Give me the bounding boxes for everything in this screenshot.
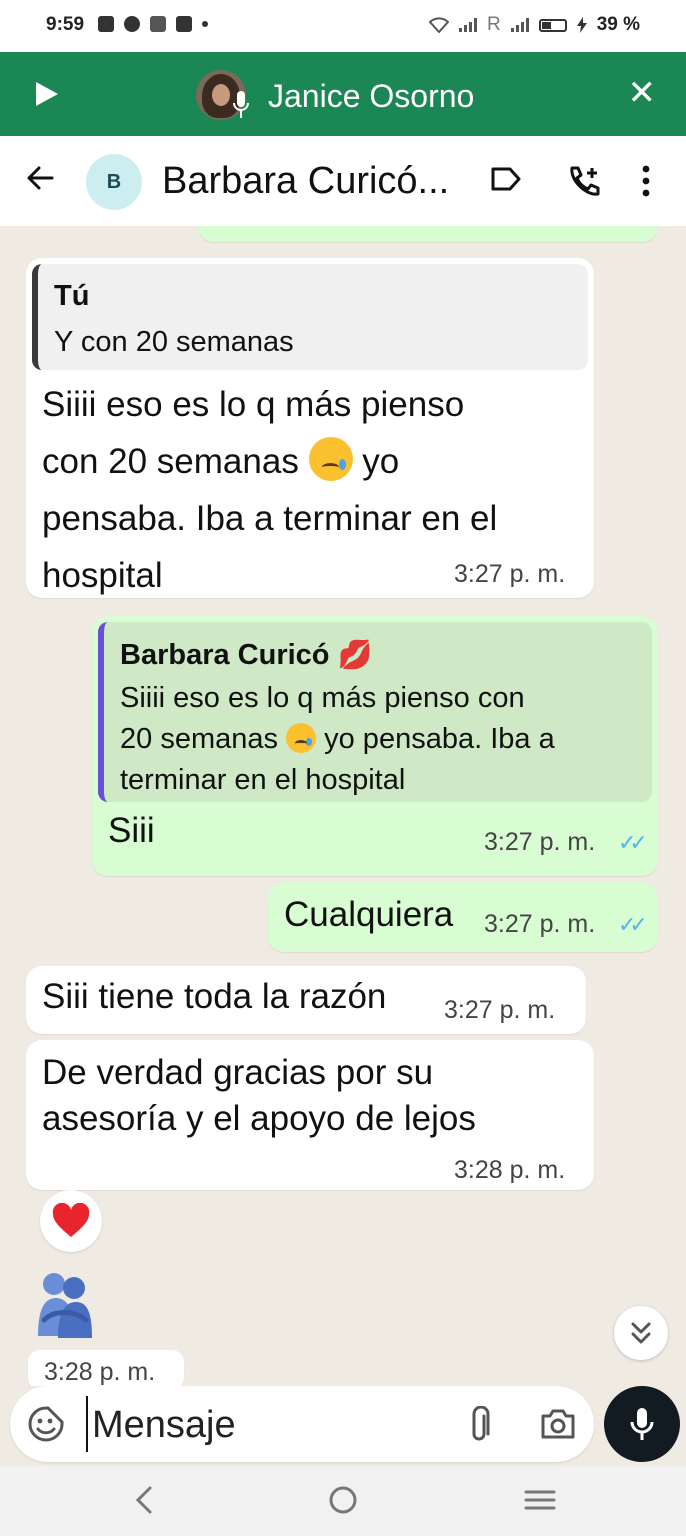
notification-icons bbox=[98, 16, 208, 32]
message-bubble-outgoing[interactable]: Cualquiera 3:27 p. m. ✓✓ bbox=[268, 882, 658, 952]
play-icon[interactable] bbox=[34, 80, 60, 108]
quote-author: Barbara Curicó 💋 bbox=[120, 639, 373, 671]
message-text: De verdad gracias por su asesoría y el a… bbox=[42, 1053, 476, 1138]
nav-back-icon[interactable] bbox=[132, 1482, 156, 1518]
quote-author: Tú bbox=[54, 280, 90, 312]
messenger-icon bbox=[124, 16, 140, 32]
double-chevron-down-icon bbox=[631, 1322, 651, 1344]
nav-home-icon[interactable] bbox=[326, 1482, 360, 1518]
heart-reaction-icon[interactable] bbox=[40, 1190, 102, 1252]
read-receipt-icon: ✓✓ bbox=[618, 912, 648, 937]
text-caret bbox=[86, 1396, 88, 1452]
message-time: 3:27 p. m. bbox=[484, 828, 596, 856]
contact-avatar[interactable]: B bbox=[86, 154, 142, 210]
sticker-icon[interactable] bbox=[28, 1406, 64, 1442]
battery-percent: 39 % bbox=[596, 14, 640, 35]
message-text: Siii tiene toda la razón bbox=[42, 977, 387, 1016]
message-text: Cualquiera bbox=[284, 895, 454, 934]
sad-tear-emoji-icon bbox=[286, 723, 317, 753]
facebook-icon bbox=[98, 16, 114, 32]
message-bubble-partial[interactable] bbox=[198, 226, 658, 242]
quoted-message[interactable]: Tú Y con 20 semanas bbox=[32, 264, 588, 370]
sad-tear-emoji-icon bbox=[308, 437, 353, 481]
message-time: 3:28 p. m. bbox=[454, 1156, 566, 1184]
chat-area[interactable]: Tú Y con 20 semanas Siiii eso es lo q má… bbox=[0, 226, 686, 1386]
voice-record-button[interactable] bbox=[604, 1386, 680, 1462]
camera-icon[interactable] bbox=[540, 1408, 576, 1440]
carrier-mark: R bbox=[486, 14, 501, 35]
youtube-icon bbox=[176, 16, 192, 32]
message-bubble-incoming[interactable]: Siii tiene toda la razón 3:27 p. m. bbox=[26, 966, 586, 1034]
attach-icon[interactable] bbox=[468, 1406, 490, 1444]
quoted-message[interactable]: Barbara Curicó 💋 Siiii eso es lo q más p… bbox=[98, 622, 652, 802]
tiktok-icon bbox=[150, 16, 166, 32]
message-time: 3:27 p. m. bbox=[484, 910, 596, 938]
nav-recents-icon[interactable] bbox=[522, 1482, 558, 1518]
signal-icon-2 bbox=[510, 18, 529, 32]
quote-text: Y con 20 semanas bbox=[54, 326, 294, 358]
signal-icon bbox=[458, 18, 477, 32]
message-time: 3:27 p. m. bbox=[454, 560, 566, 588]
contact-name[interactable]: Barbara Curicó... bbox=[162, 160, 472, 203]
charging-icon bbox=[576, 17, 587, 33]
message-text: Siiii eso es lo q más pienso con 20 sema… bbox=[42, 385, 498, 595]
ongoing-call-banner[interactable]: Janice Osorno ✕ bbox=[0, 52, 686, 136]
wifi-icon bbox=[428, 17, 449, 33]
read-receipt-icon: ✓✓ bbox=[618, 830, 648, 855]
message-text: Siii bbox=[108, 811, 155, 850]
caller-name: Janice Osorno bbox=[268, 78, 475, 114]
call-mic-icon bbox=[233, 91, 249, 118]
message-bubble-incoming[interactable]: De verdad gracias por su asesoría y el a… bbox=[26, 1040, 594, 1190]
close-icon[interactable]: ✕ bbox=[628, 76, 657, 110]
message-bubble-incoming[interactable]: 3:28 p. m. bbox=[28, 1350, 184, 1386]
status-bar: 9:59 R 39 % bbox=[0, 0, 686, 52]
kiss-emoji-icon: 💋 bbox=[337, 639, 373, 670]
message-time: 3:28 p. m. bbox=[44, 1358, 156, 1386]
chat-header: B Barbara Curicó... bbox=[0, 136, 686, 226]
quote-text: Siiii eso es lo q más pienso con 20 sema… bbox=[120, 682, 555, 796]
message-bubble-outgoing[interactable]: Barbara Curicó 💋 Siiii eso es lo q más p… bbox=[92, 616, 658, 876]
mic-icon bbox=[630, 1408, 654, 1440]
scroll-to-bottom-button[interactable] bbox=[614, 1306, 668, 1360]
status-indicators: R 39 % bbox=[428, 14, 640, 36]
message-composer[interactable] bbox=[10, 1386, 594, 1462]
message-bubble-incoming[interactable]: Tú Y con 20 semanas Siiii eso es lo q má… bbox=[26, 258, 594, 598]
hug-sticker-icon[interactable] bbox=[34, 1270, 94, 1342]
more-icon[interactable] bbox=[640, 164, 652, 198]
system-navigation-bar bbox=[0, 1466, 686, 1536]
status-time: 9:59 bbox=[46, 14, 85, 35]
message-time: 3:27 p. m. bbox=[444, 996, 556, 1024]
add-call-icon[interactable] bbox=[566, 164, 602, 200]
label-icon[interactable] bbox=[490, 166, 522, 192]
message-input[interactable] bbox=[90, 1396, 454, 1454]
battery-icon bbox=[538, 18, 567, 32]
more-notifications-icon bbox=[202, 21, 208, 27]
back-arrow-icon[interactable] bbox=[24, 162, 56, 194]
